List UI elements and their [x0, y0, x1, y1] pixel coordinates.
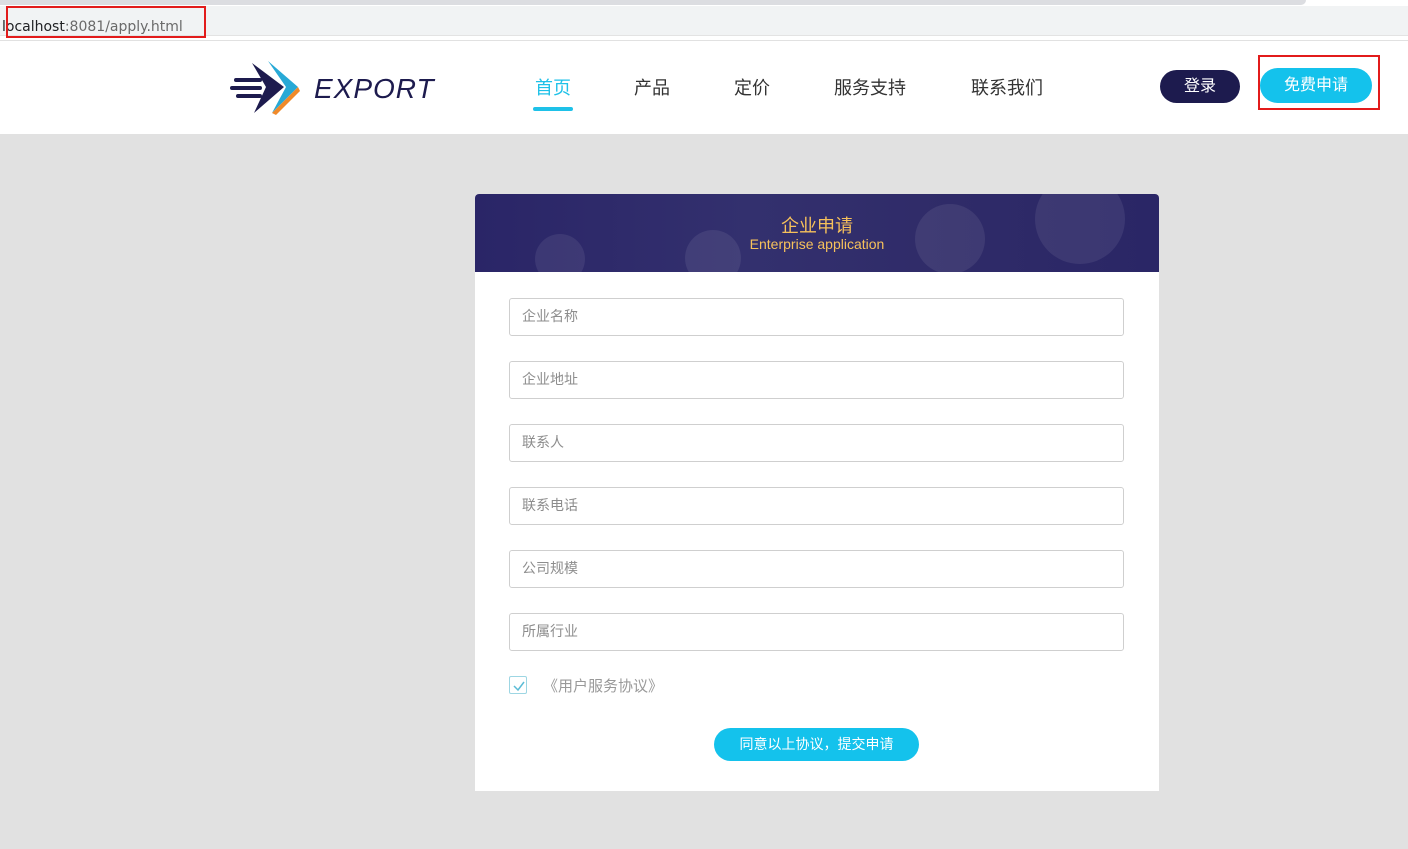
nav-contact[interactable]: 联系我们	[971, 74, 1043, 100]
form-banner: 企业申请 Enterprise application	[475, 194, 1159, 286]
industry-input[interactable]	[509, 613, 1124, 651]
company-address-input[interactable]	[509, 361, 1124, 399]
contact-phone-input[interactable]	[509, 487, 1124, 525]
logo-mark-icon	[230, 61, 300, 115]
url-text[interactable]: localhost:8081/apply.html	[2, 18, 183, 36]
nav-pricing[interactable]: 定价	[734, 74, 770, 100]
logo-text: EXPORT	[314, 73, 435, 104]
nav-products[interactable]: 产品	[634, 74, 670, 100]
company-name-input[interactable]	[509, 298, 1124, 336]
submit-button[interactable]: 同意以上协议，提交申请	[714, 728, 919, 761]
form-subtitle: Enterprise application	[749, 236, 885, 252]
agreement-link[interactable]: 《用户服务协议》	[543, 675, 663, 696]
browser-chrome: localhost:8081/apply.html	[0, 0, 1408, 40]
company-size-input[interactable]	[509, 550, 1124, 588]
contact-person-input[interactable]	[509, 424, 1124, 462]
agreement-checkbox[interactable]	[509, 676, 527, 694]
address-bar[interactable]: localhost:8081/apply.html	[0, 6, 1408, 36]
url-path: :8081/apply.html	[64, 19, 183, 35]
nav-support[interactable]: 服务支持	[834, 74, 906, 100]
logo[interactable]: EXPORT	[228, 59, 434, 117]
login-button[interactable]: 登录	[1160, 70, 1240, 103]
nav-home[interactable]: 首页	[535, 74, 571, 100]
application-form-card: 企业申请 Enterprise application 《用户服务协议》 同意以…	[475, 194, 1159, 791]
site-header: EXPORT 首页 产品 定价 服务支持 联系我们 登录 免费申请	[0, 41, 1408, 134]
form-title: 企业申请	[781, 216, 853, 237]
checkmark-icon	[513, 681, 525, 692]
url-host: localhost	[2, 19, 65, 35]
nav-active-underline	[533, 107, 573, 111]
tab-strip	[0, 0, 1306, 5]
free-apply-button[interactable]: 免费申请	[1260, 68, 1372, 103]
